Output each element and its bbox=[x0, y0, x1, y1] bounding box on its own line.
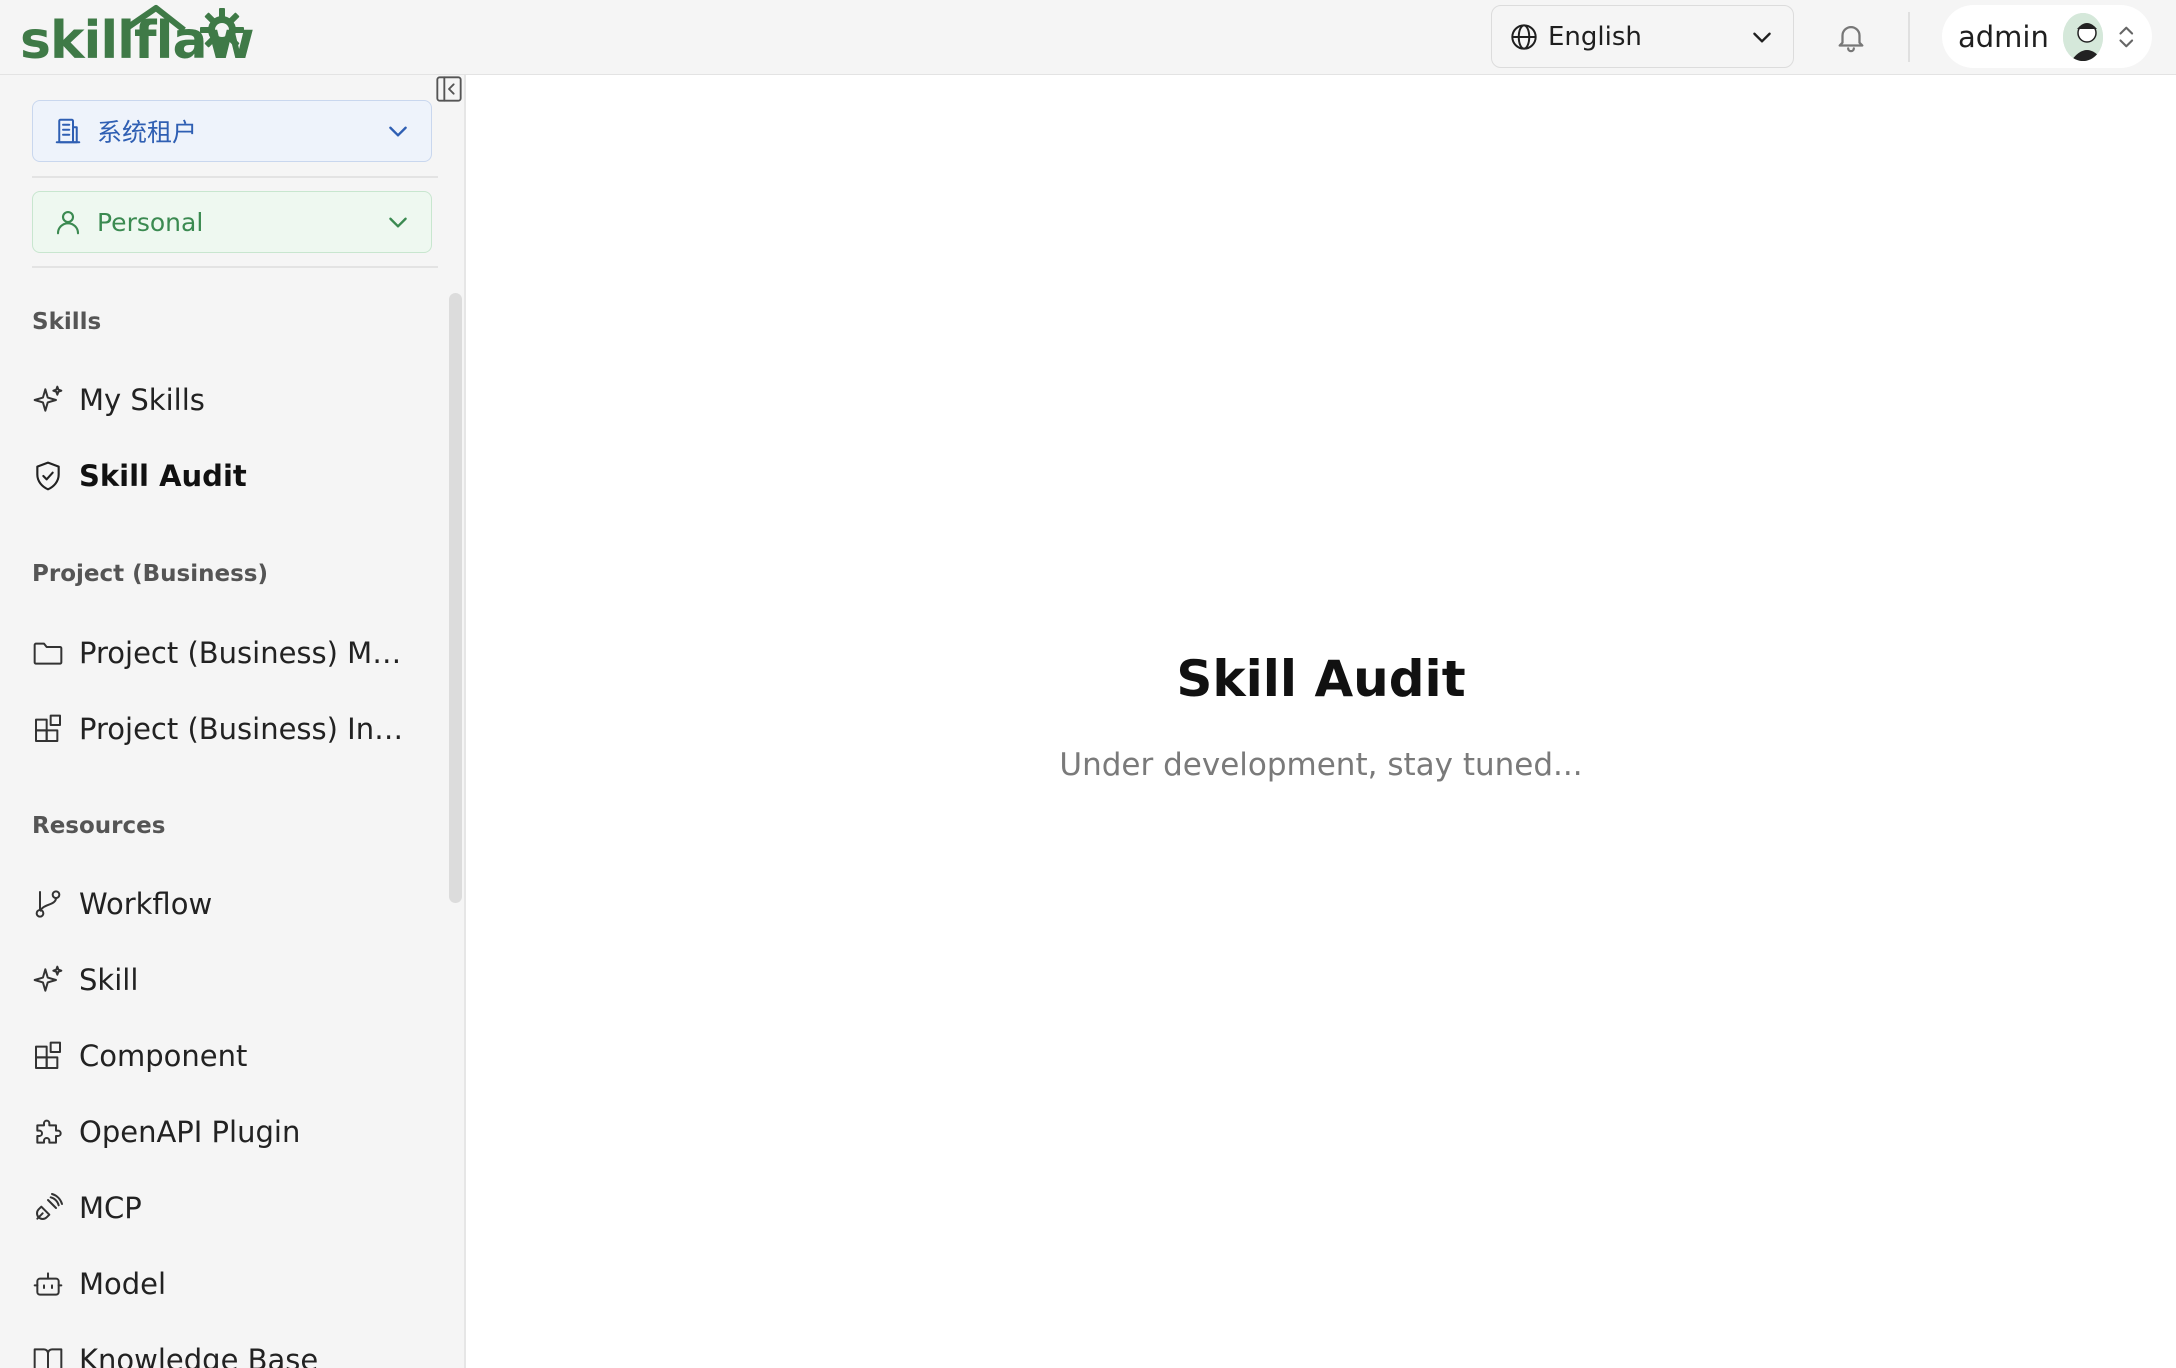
language-label: English bbox=[1548, 21, 1642, 52]
user-menu[interactable]: admin bbox=[1942, 5, 2152, 68]
sidebar-item-knowledge-base[interactable]: Knowledge Base bbox=[32, 1335, 432, 1368]
skillflaw-logo[interactable]: skillflaw bbox=[20, 4, 276, 70]
sidebar-item-project-integration[interactable]: Project (Business) Integration bbox=[32, 704, 432, 754]
sidebar-item-label: MCP bbox=[79, 1191, 142, 1225]
sidebar-item-label: Workflow bbox=[79, 887, 213, 921]
scope-select[interactable]: Personal bbox=[32, 191, 432, 253]
sparkle-icon bbox=[33, 385, 63, 412]
header-divider bbox=[1908, 12, 1910, 62]
sidebar-item-model[interactable]: Model bbox=[32, 1259, 432, 1309]
sidebar-divider bbox=[32, 176, 438, 178]
chevron-down-icon bbox=[389, 217, 407, 228]
sidebar-item-component[interactable]: Component bbox=[32, 1031, 432, 1081]
sidebar-item-project-management[interactable]: Project (Business) Management bbox=[32, 628, 432, 678]
puzzle-icon bbox=[36, 1119, 62, 1144]
sidebar-item-mcp[interactable]: MCP bbox=[32, 1183, 432, 1233]
user-icon bbox=[56, 210, 80, 235]
avatar bbox=[2062, 12, 2104, 61]
section-title-skills: Skills bbox=[32, 309, 102, 335]
sidebar-divider bbox=[32, 266, 438, 268]
sidebar-item-workflow[interactable]: Workflow bbox=[32, 879, 432, 929]
main-content: Skill Audit Under development, stay tune… bbox=[466, 75, 2176, 1368]
building-icon bbox=[55, 118, 81, 144]
sidebar-item-label: Skill Audit bbox=[79, 459, 247, 493]
page-subtitle: Under development, stay tuned... bbox=[1059, 747, 1583, 783]
user-name: admin bbox=[1958, 19, 2049, 54]
logo-text: skillflaw bbox=[20, 11, 255, 71]
top-header: skillflaw English admin bbox=[0, 0, 2176, 75]
scope-label: Personal bbox=[97, 207, 204, 237]
chevron-up-down-icon bbox=[2119, 26, 2134, 47]
book-icon bbox=[33, 1348, 63, 1368]
plug-icon bbox=[36, 1193, 63, 1220]
sidebar-item-label: Knowledge Base bbox=[79, 1343, 319, 1368]
tenant-label: 系统租户 bbox=[97, 118, 198, 147]
section-title-resources: Resources bbox=[32, 813, 166, 839]
chevron-down-icon bbox=[1753, 32, 1771, 43]
shield-check-icon bbox=[36, 461, 60, 491]
chevron-down-icon bbox=[389, 126, 407, 137]
blocks-icon bbox=[34, 1041, 61, 1069]
sidebar-item-skill-audit[interactable]: Skill Audit bbox=[32, 451, 432, 501]
sidebar-item-label: Component bbox=[79, 1039, 248, 1073]
sidebar-item-my-skills[interactable]: My Skills bbox=[32, 375, 432, 425]
sidebar-item-skill[interactable]: Skill bbox=[32, 955, 432, 1005]
page-title: Skill Audit bbox=[1176, 650, 1466, 708]
bot-icon bbox=[33, 1272, 63, 1296]
blocks-icon bbox=[34, 714, 61, 742]
sidebar: 系统租户 Personal Skills My Skills Skill Aud… bbox=[0, 75, 466, 1368]
sidebar-item-label: Skill bbox=[79, 963, 139, 997]
sidebar-item-label: OpenAPI Plugin bbox=[79, 1115, 301, 1149]
sidebar-collapse-icon[interactable] bbox=[435, 75, 463, 103]
sidebar-scrollbar[interactable] bbox=[449, 293, 462, 903]
sidebar-item-openapi-plugin[interactable]: OpenAPI Plugin bbox=[32, 1107, 432, 1157]
bell-icon[interactable] bbox=[1834, 20, 1868, 54]
folder-icon bbox=[33, 642, 63, 665]
sidebar-item-label: Model bbox=[79, 1267, 167, 1301]
sparkle-icon bbox=[33, 965, 63, 992]
sidebar-item-label: My Skills bbox=[79, 383, 205, 417]
section-title-project: Project (Business) bbox=[32, 561, 268, 587]
git-branch-icon bbox=[35, 890, 61, 918]
globe-icon bbox=[1511, 23, 1537, 50]
sidebar-item-label: Project (Business) Management bbox=[79, 636, 409, 670]
sidebar-item-label: Project (Business) Integration bbox=[79, 712, 409, 746]
tenant-select[interactable]: 系统租户 bbox=[32, 100, 432, 162]
language-select[interactable]: English bbox=[1491, 5, 1794, 68]
